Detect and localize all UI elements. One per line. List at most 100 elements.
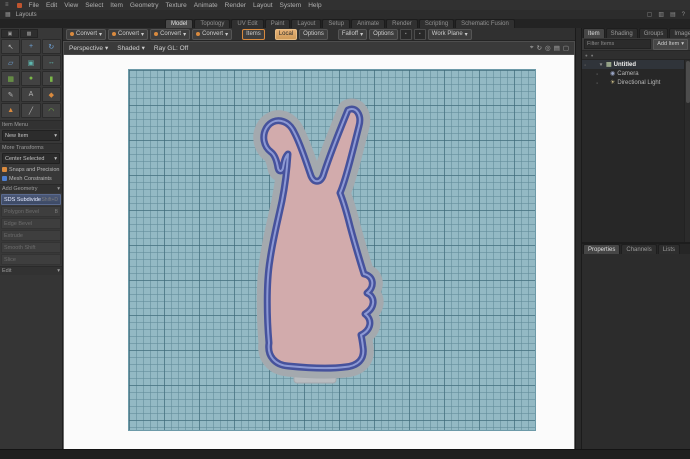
tab-channels[interactable]: Channels — [621, 244, 657, 254]
menu-file[interactable]: File — [29, 2, 39, 9]
layouts-grid-icon[interactable]: ▦ — [4, 11, 12, 18]
falloff-dropdown[interactable]: Falloff ▾ — [337, 28, 368, 40]
cube-primitive-tool-icon[interactable]: ▦ — [1, 71, 21, 86]
tab-item[interactable]: Item — [583, 28, 605, 38]
tab-paint[interactable]: Paint — [264, 19, 291, 28]
tab-shading[interactable]: Shading — [605, 28, 638, 38]
bevel-tool-icon[interactable]: ◆ — [41, 87, 61, 102]
split-layout-icon[interactable]: ▥ — [657, 11, 665, 18]
add-item-button[interactable]: Add Item ▾ — [653, 38, 688, 50]
options-button[interactable]: Options — [299, 28, 328, 40]
filter-items-input[interactable]: Filter Items — [584, 39, 652, 49]
viewport-canvas[interactable] — [63, 55, 575, 450]
tab-groups[interactable]: Groups — [638, 28, 669, 38]
tab-schematic-fusion[interactable]: Schematic Fusion — [455, 19, 515, 28]
menu-layout[interactable]: Layout — [253, 2, 273, 9]
text-tool-icon[interactable]: A — [21, 87, 41, 102]
maximize-view-icon[interactable]: ▢ — [563, 44, 569, 52]
polygon-bevel-button[interactable]: Polygon Bevel B — [1, 206, 61, 217]
edit-header[interactable]: Edit ▾ — [0, 266, 62, 275]
move-tool-icon[interactable]: + — [21, 39, 41, 54]
help-icon[interactable]: ? — [681, 12, 686, 18]
work-plane-dropdown[interactable]: Work Plane ▾ — [427, 28, 472, 40]
extrude-tool-icon[interactable]: ▲ — [1, 103, 21, 118]
panel-splitter[interactable] — [575, 28, 582, 450]
visibility-column-icon[interactable]: ● — [585, 53, 588, 58]
scene-item-directional-light[interactable]: ● ☀ Directional Light — [582, 78, 690, 87]
shading-mode-dropdown[interactable]: Shaded ▾ — [117, 44, 145, 53]
camera-mode-dropdown[interactable]: Perspective ▾ — [69, 44, 108, 53]
menu-texture[interactable]: Texture — [165, 2, 186, 9]
mesh-constraints-toggle[interactable]: Mesh Constraints — [0, 174, 62, 183]
eye-icon[interactable]: ● — [596, 81, 598, 85]
tab-render[interactable]: Render — [386, 19, 418, 28]
convert-items-button[interactable]: Convert ▾ — [192, 28, 233, 40]
menu-edit[interactable]: Edit — [46, 2, 57, 9]
slice-button[interactable]: Slice — [1, 254, 61, 265]
cylinder-primitive-tool-icon[interactable]: ▮ — [41, 71, 61, 86]
tab-layout[interactable]: Layout — [291, 19, 322, 28]
extrude-button[interactable]: Extrude — [1, 230, 61, 241]
eye-icon[interactable]: ● — [596, 72, 598, 76]
new-item-dropdown[interactable]: New Item ▾ — [2, 130, 60, 141]
menu-item[interactable]: Item — [110, 2, 123, 9]
tab-topology[interactable]: Topology — [194, 19, 231, 28]
center-view-icon[interactable]: ⌖ — [530, 44, 534, 52]
target-view-icon[interactable]: ◎ — [545, 44, 551, 52]
select-tool-icon[interactable]: ↖ — [1, 39, 21, 54]
tab-images[interactable]: Images — [669, 28, 690, 38]
tab-setup[interactable]: Setup — [322, 19, 351, 28]
hamburger-icon[interactable]: ≡ — [4, 2, 10, 8]
menu-view[interactable]: View — [64, 2, 78, 9]
scene-item-untitled[interactable]: ● ▾ ▦ Untitled — [582, 60, 690, 69]
toolbox-tab-icon[interactable]: ▣ — [1, 29, 19, 38]
element-move-tool-icon[interactable]: ↔ — [41, 55, 61, 70]
menu-system[interactable]: System — [280, 2, 302, 9]
edge-bevel-button[interactable]: Edge Bevel — [1, 218, 61, 229]
eye-icon[interactable]: ● — [584, 63, 586, 67]
sphere-primitive-tool-icon[interactable]: ● — [21, 71, 41, 86]
menu-geometry[interactable]: Geometry — [130, 2, 159, 9]
tab-lists[interactable]: Lists — [657, 244, 681, 254]
tab-uv-edit[interactable]: UV Edit — [231, 19, 264, 28]
pen-tool-icon[interactable]: ✎ — [1, 87, 21, 102]
grid-layout-icon[interactable]: ▢ — [646, 11, 654, 18]
snaps-precision-toggle[interactable]: Snaps and Precision — [0, 165, 62, 174]
orbit-view-icon[interactable]: ↻ — [537, 44, 542, 52]
add-geometry-header[interactable]: Add Geometry ▾ — [0, 184, 62, 193]
tab-model[interactable]: Model — [165, 19, 194, 28]
sds-subdivide-button[interactable]: SDS Subdivide Shift+D — [1, 194, 61, 205]
scrollbar-thumb[interactable] — [686, 61, 690, 103]
menu-render[interactable]: Render — [225, 2, 246, 9]
rotate-tool-icon[interactable]: ↻ — [41, 39, 61, 54]
more-transforms-header[interactable]: More Transforms — [0, 143, 62, 152]
raygl-dropdown[interactable]: Ray GL: Off — [154, 45, 188, 52]
falloff-options-button[interactable]: Options — [369, 28, 398, 40]
render-column-icon[interactable]: ● — [591, 53, 594, 58]
scale-tool-icon[interactable]: ▱ — [1, 55, 21, 70]
scene-item-camera[interactable]: ● ◉ Camera — [582, 69, 690, 78]
convert-vertices-button[interactable]: Convert ▾ — [66, 28, 107, 40]
convert-polygons-button[interactable]: Convert ▾ — [150, 28, 191, 40]
layouts-label[interactable]: Layouts — [16, 12, 37, 18]
tab-animate[interactable]: Animate — [351, 19, 386, 28]
snapping-toggle-button[interactable]: ▪ — [399, 28, 412, 40]
expand-arrow-icon[interactable]: ▾ — [598, 62, 604, 68]
smooth-shift-button[interactable]: Smooth Shift — [1, 242, 61, 253]
slice-tool-icon[interactable]: ╱ — [21, 103, 41, 118]
menu-help[interactable]: Help — [308, 2, 321, 9]
action-center-local-button[interactable]: Local — [274, 28, 298, 40]
convert-edges-button[interactable]: Convert ▾ — [108, 28, 149, 40]
full-layout-icon[interactable]: ▤ — [669, 11, 677, 18]
presets-tab-icon[interactable]: ▩ — [20, 29, 38, 38]
symmetry-toggle-button[interactable]: ▪ — [413, 28, 426, 40]
tab-scripting[interactable]: Scripting — [418, 19, 455, 28]
grid-toggle-icon[interactable]: ▤ — [554, 44, 560, 52]
center-selected-dropdown[interactable]: Center Selected ▾ — [2, 153, 60, 164]
menu-animate[interactable]: Animate — [194, 2, 218, 9]
item-list-scrollbar[interactable] — [684, 60, 690, 242]
tab-properties[interactable]: Properties — [583, 244, 621, 254]
menu-select[interactable]: Select — [85, 2, 103, 9]
items-mode-button[interactable]: Items — [242, 28, 265, 40]
falloff-tool-icon[interactable]: ◠ — [41, 103, 61, 118]
